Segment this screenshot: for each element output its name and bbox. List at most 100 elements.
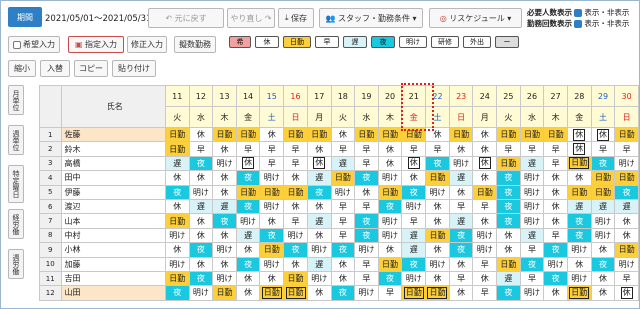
shift-cell[interactable]: 明け xyxy=(212,242,237,258)
legend-chip[interactable]: 早 xyxy=(315,36,339,48)
shift-cell[interactable]: 早 xyxy=(188,141,214,157)
shift-cell[interactable]: 遅 xyxy=(306,256,332,272)
shift-cell[interactable]: 日勤 xyxy=(164,141,190,157)
shift-cell[interactable]: 明け xyxy=(519,198,545,215)
shift-cell[interactable]: 休 xyxy=(472,155,498,172)
shift-cell[interactable]: 日勤 xyxy=(283,285,308,301)
shift-cell[interactable]: 夜 xyxy=(543,270,568,287)
shift-cell[interactable]: 休 xyxy=(425,242,450,258)
shift-cell[interactable]: 早 xyxy=(496,141,521,157)
shift-cell[interactable]: 休 xyxy=(330,270,356,287)
shift-cell[interactable]: 休 xyxy=(235,270,261,287)
shift-cell[interactable]: 休 xyxy=(614,227,639,244)
date-cell[interactable]: 13 xyxy=(212,85,237,107)
shift-cell[interactable]: 早 xyxy=(401,213,427,229)
shift-cell[interactable]: 夜 xyxy=(590,256,616,272)
shift-cell[interactable]: 日勤 xyxy=(164,126,190,143)
shift-cell[interactable]: 日勤 xyxy=(566,285,592,301)
staff-name[interactable]: 加藤 xyxy=(60,256,166,272)
shift-cell[interactable]: 明け xyxy=(306,270,332,287)
shift-cell[interactable]: 遅 xyxy=(590,198,616,215)
staff-name[interactable]: 山本 xyxy=(60,213,166,229)
shift-cell[interactable]: 早 xyxy=(377,285,403,301)
date-cell[interactable]: 17 xyxy=(306,85,332,107)
shift-cell[interactable]: 夜 xyxy=(425,155,450,172)
date-range[interactable]: 2021/05/01～2021/05/31 xyxy=(45,12,151,24)
staff-name[interactable]: 高橋 xyxy=(60,155,166,172)
shift-cell[interactable]: 早 xyxy=(259,141,285,157)
shift-cell[interactable]: 日勤 xyxy=(377,256,403,272)
staff-filter-button[interactable]: 👥 スタッフ・勤務条件 ▾ xyxy=(319,8,423,28)
shift-cell[interactable]: 日勤 xyxy=(283,126,308,143)
shift-cell[interactable]: 明け xyxy=(448,155,474,172)
shift-cell[interactable]: 早 xyxy=(614,141,639,157)
legend-chip[interactable]: 遅 xyxy=(343,36,367,48)
date-cell[interactable]: 14 xyxy=(235,85,261,107)
shift-cell[interactable]: 早 xyxy=(354,256,379,272)
fix-input-button[interactable]: 修正入力 xyxy=(127,36,167,53)
shift-cell[interactable]: 夜 xyxy=(235,256,261,272)
shift-cell[interactable]: 早 xyxy=(235,141,261,157)
shift-cell[interactable]: 早 xyxy=(330,213,356,229)
shift-cell[interactable]: 明け xyxy=(354,242,379,258)
shift-cell[interactable]: 休 xyxy=(188,227,214,244)
shift-cell[interactable]: 夜 xyxy=(330,242,356,258)
shift-cell[interactable]: 休 xyxy=(448,141,474,157)
shift-cell[interactable]: 早 xyxy=(330,227,356,244)
date-cell[interactable]: 22 xyxy=(425,85,450,107)
staff-name[interactable]: 鈴木 xyxy=(60,141,166,157)
shift-cell[interactable]: 休 xyxy=(543,170,568,186)
shift-cell[interactable]: 休 xyxy=(614,285,639,301)
shift-cell[interactable]: 夜 xyxy=(496,184,521,200)
shift-cell[interactable]: 日勤 xyxy=(235,126,261,143)
shift-cell[interactable]: 明け xyxy=(519,285,545,301)
shift-cell[interactable]: 休 xyxy=(306,227,332,244)
shift-cell[interactable]: 夜 xyxy=(496,213,521,229)
shift-cell[interactable]: 夜 xyxy=(259,227,285,244)
shift-cell[interactable]: 夜 xyxy=(401,256,427,272)
shift-cell[interactable]: 休 xyxy=(566,256,592,272)
shift-cell[interactable]: 早 xyxy=(354,155,379,172)
shift-cell[interactable]: 日勤 xyxy=(354,126,379,143)
shift-cell[interactable]: 夜 xyxy=(164,184,190,200)
shift-cell[interactable]: 明け xyxy=(566,242,592,258)
shift-cell[interactable]: 早 xyxy=(472,256,498,272)
shift-cell[interactable]: 日勤 xyxy=(614,126,639,143)
shift-cell[interactable]: 休 xyxy=(212,227,237,244)
shift-cell[interactable]: 日勤 xyxy=(425,170,450,186)
swap-button[interactable]: 入替 xyxy=(40,60,70,77)
shift-cell[interactable]: 明け xyxy=(543,256,568,272)
shift-cell[interactable]: 日勤 xyxy=(496,155,521,172)
date-cell[interactable]: 29 xyxy=(590,85,616,107)
shift-cell[interactable]: 夜 xyxy=(448,242,474,258)
shift-cell[interactable]: 休 xyxy=(448,256,474,272)
date-cell[interactable]: 16 xyxy=(283,85,308,107)
shift-cell[interactable]: 休 xyxy=(543,213,568,229)
shift-cell[interactable]: 日勤 xyxy=(259,184,285,200)
shift-cell[interactable]: 明け xyxy=(188,184,214,200)
shift-cell[interactable]: 明け xyxy=(164,256,190,272)
shift-cell[interactable]: 夜 xyxy=(496,285,521,301)
legend-chip[interactable]: 希 xyxy=(229,36,251,48)
shift-cell[interactable]: 早 xyxy=(330,141,356,157)
shift-cell[interactable]: 夜 xyxy=(401,184,427,200)
legend-chip[interactable]: 研修 xyxy=(431,36,459,48)
shift-cell[interactable]: 休 xyxy=(590,242,616,258)
legend-chip[interactable]: 外出 xyxy=(463,36,491,48)
shift-cell[interactable]: 休 xyxy=(306,141,332,157)
shift-cell[interactable]: 日勤 xyxy=(164,270,190,287)
shift-cell[interactable]: 休 xyxy=(472,126,498,143)
shift-cell[interactable]: 休 xyxy=(425,126,450,143)
legend-chip[interactable]: 休 xyxy=(255,36,279,48)
shift-cell[interactable]: 日勤 xyxy=(566,184,592,200)
shift-cell[interactable]: 遅 xyxy=(188,198,214,215)
shift-cell[interactable]: 休 xyxy=(566,141,592,157)
tab-week-labor[interactable]: 週労働 xyxy=(8,249,24,279)
shift-cell[interactable]: 日勤 xyxy=(519,126,545,143)
tab-weekday[interactable]: 特定曜日 xyxy=(8,165,24,203)
designate-input-button[interactable]: ▣ 指定入力 xyxy=(68,36,124,53)
paste-button[interactable]: 貼り付け xyxy=(112,60,156,77)
shift-cell[interactable]: 早 xyxy=(543,155,568,172)
date-cell[interactable]: 18 xyxy=(330,85,356,107)
shift-cell[interactable]: 明け xyxy=(566,270,592,287)
